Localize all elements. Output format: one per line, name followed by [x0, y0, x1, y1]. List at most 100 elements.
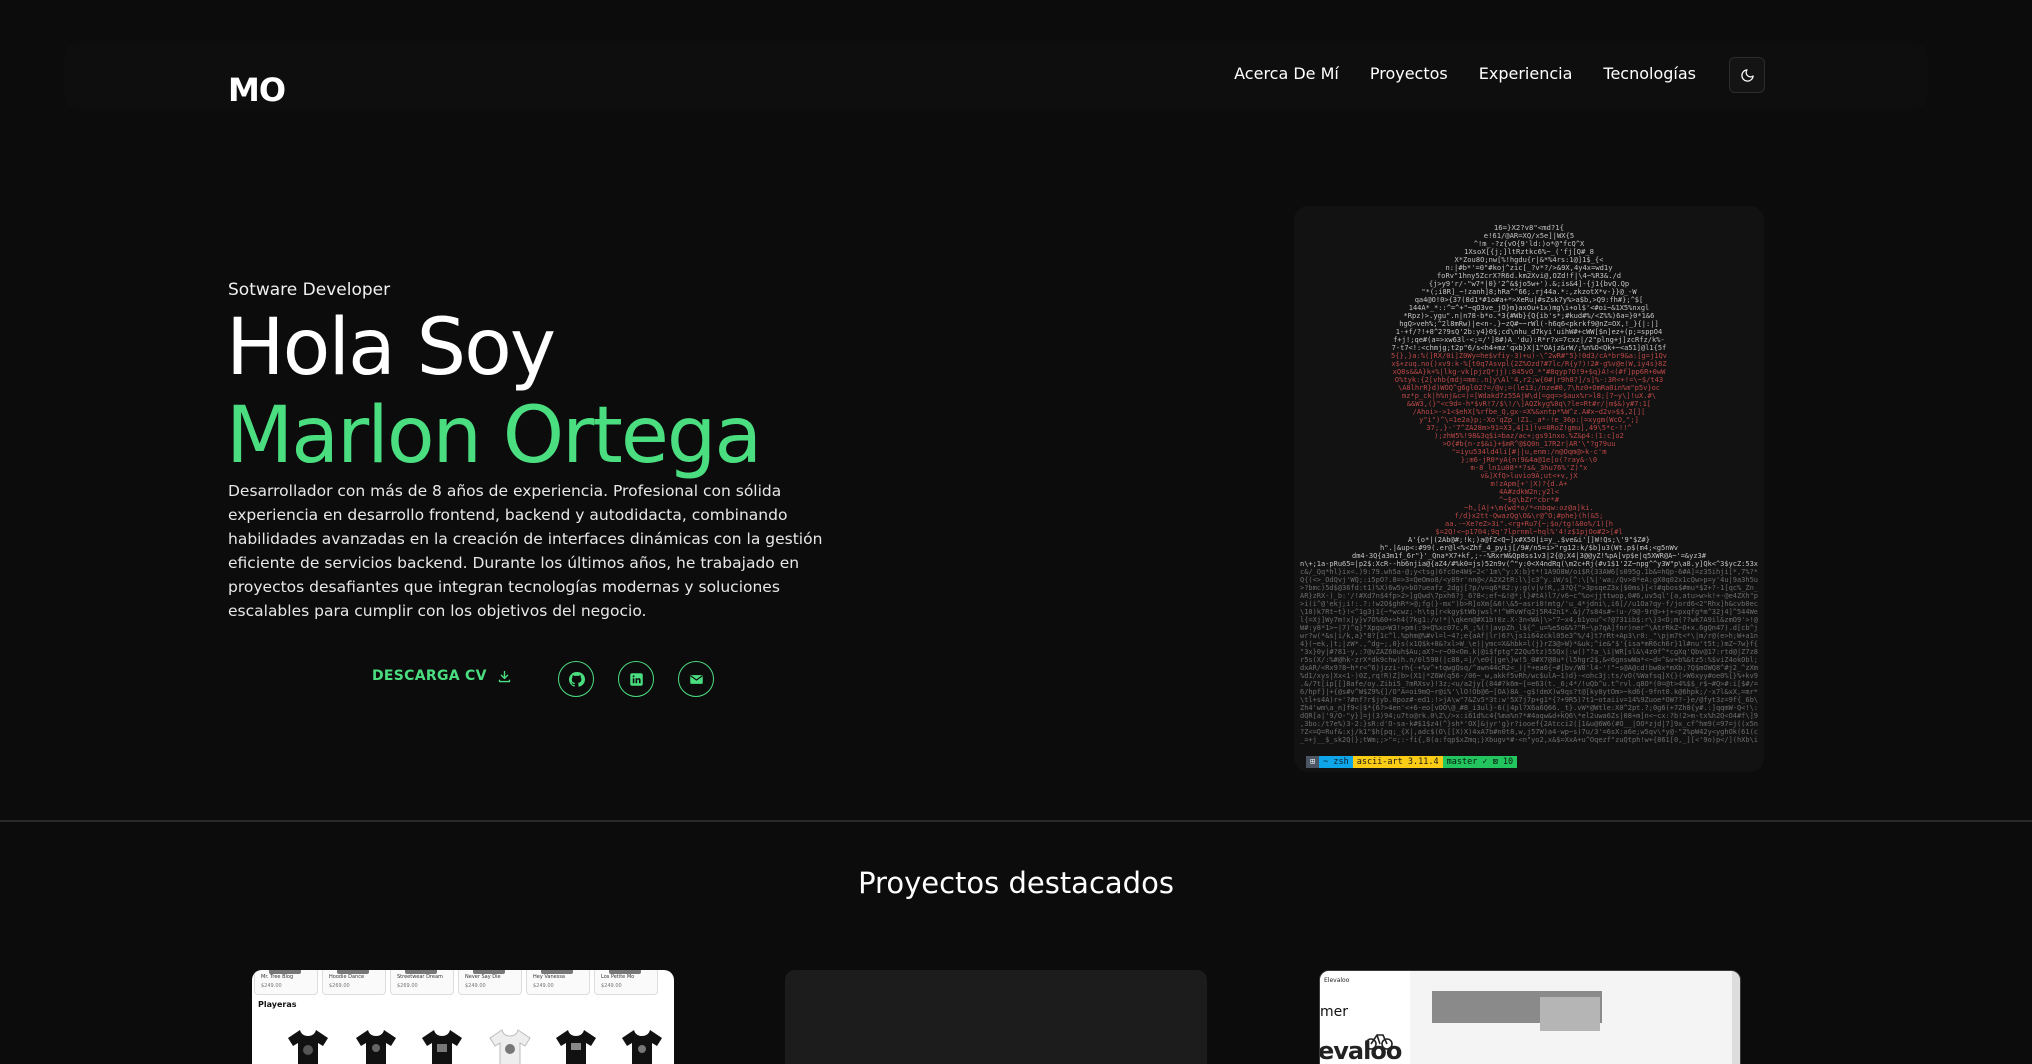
product-name: Streetwear Dream	[397, 974, 443, 980]
ascii-row: ?Z<=Q=Ruf&:xj/k1"$h[pq;_{X|,adc$(O\[[X)X…	[1300, 728, 1758, 736]
elevaloo-logo: Elevaloo	[1324, 977, 1350, 984]
nav-link-technologies[interactable]: Tecnologías	[1603, 62, 1696, 86]
nav-links: Acerca De Mí Proyectos Experiencia Tecno…	[1234, 62, 1696, 86]
project-card-store[interactable]: Mr. Tree Blog $249.00 Hoodie Dance $269.…	[252, 970, 674, 1064]
product-tab: Hoodie Dance $269.00	[322, 970, 386, 995]
product-price: $249.00	[601, 983, 622, 989]
hero-photo-secondary	[1540, 997, 1600, 1031]
product-name: Never Say Die	[465, 974, 501, 980]
ascii-row: e!61/@AR=XQ/x5e]|WX{5	[1484, 232, 1574, 240]
linkedin-icon	[629, 672, 643, 686]
ascii-row: 7-t7<!:<chmjg;t2p"6/s<h4+mz'qxb}X|1"OAjz…	[1392, 344, 1667, 352]
ascii-row: Q{(<>_OdQvj'WQ;:i5pO?.8=>3=QeOmo8/<y89r'…	[1300, 576, 1758, 584]
site-logo[interactable]: MO	[228, 74, 286, 106]
tshirt-image	[422, 1030, 462, 1064]
product-tab: Streetwear Dream $269.00	[390, 970, 454, 995]
ascii-row: f+j!;qe#(a=>xw63l-<;=/']8#)A_'du):R*r?x=…	[1393, 336, 1665, 344]
hero-greeting: Hola Soy	[226, 303, 556, 393]
ascii-row: l{=Xj]Wy7m!x]y}v7O%60+>h4(7kg1:/v!*|\qke…	[1300, 616, 1759, 624]
ascii-row: AR}zRX-)_b:'/!#Xd7n$4fp>2>]gQwd\7pxh6?j_…	[1300, 592, 1758, 600]
ascii-row: dxAR/<Rx9?8~h*r<^6)jzzi-rh{-+%v^+tqwgQsq…	[1300, 664, 1758, 672]
email-link[interactable]	[678, 661, 714, 697]
ascii-row: 4}(~ek,|t;|zW*.,^dg~;,0}s(x1Q$k+8&?xl>W_…	[1300, 640, 1758, 648]
product-tab: Never Say Die $249.00	[458, 970, 522, 995]
ascii-row: _=+j__$_sk2Q(};tWm;;>"=;:-fi{,8(a:fqp$xZ…	[1300, 736, 1758, 744]
ascii-row: v&]XfQ>luvio9A;ut<+v,jX	[1480, 472, 1578, 480]
ascii-row: "*(;i8R]_~!zanh]8;hRa^^66;.rj44a.*:,zkzo…	[1421, 288, 1637, 296]
ascii-row: c&/_Qq*hl}ix<.)9:79.wh5a-@;y<tsg)6fcOe4W…	[1300, 568, 1758, 576]
ascii-art-terminal: 16=}X2?v8"<md?1{e!61/@AR=XQ/x5e]|WX{5 ^!m…	[1294, 206, 1764, 772]
ascii-row: $=2Q!<~p1704;9q'7lprnml~hql%'4!z$1pjOo#2…	[1435, 528, 1622, 536]
ascii-row: 144A*_*::^=^+"~qO3ve_jO}m}axOu+1x)mg\i+o…	[1409, 304, 1650, 312]
download-icon	[498, 670, 510, 682]
theme-toggle-button[interactable]	[1729, 57, 1765, 93]
hero-partial-word: mer	[1320, 1004, 1349, 1020]
product-name: Hey Vanessa	[533, 974, 565, 980]
terminal-status-bar: ⊞ ~ zsh ascii-art 3.11.4 master ✓ ⊠ 10	[1306, 756, 1518, 768]
ascii-row: m!zApm[+'|X)?{d.A+	[1491, 480, 1568, 488]
ascii-row: >O{#b{n-z$&i}+$mR^@$Q0n_17R2r|AR'\"?g79u…	[1443, 440, 1616, 448]
product-tab: Hey Vanessa $249.00	[526, 970, 590, 995]
ascii-row: m-8_ln1u08**?s&_3hu76%'Z)"x	[1471, 464, 1588, 472]
project-card-elevaloo[interactable]: Elevaloo mer evaloo	[1319, 970, 1741, 1064]
ascii-row: 5{},}a:%(]RX/0i]Z0Wy=he$vfiy-3)+u)-\^2wR…	[1391, 352, 1667, 360]
ascii-row: %d1/xys|Xx<1-)0Z,rq!R)Z]b>(X1|*Z6W(q56-/…	[1300, 672, 1758, 680]
category-heading: Playeras	[258, 1000, 297, 1009]
ascii-portrait: 16=}X2?v8"<md?1{e!61/@AR=XQ/x5e]|WX{5^!m…	[1300, 224, 1759, 744]
section-divider	[0, 820, 2032, 822]
ascii-row: wr?w(*&s|i/k,a}"8?[1c^l.%phm@%#vl=l~4?;e…	[1300, 632, 1758, 640]
ascii-row: ~h,[A|+\m{wd*o/*<nbqw:oz@a]ki.	[1464, 504, 1594, 512]
project-card-placeholder[interactable]	[785, 970, 1207, 1064]
nav-link-about[interactable]: Acerca De Mí	[1234, 62, 1339, 86]
ascii-row: r5s(X/:%#@hk-zrX*dk9chw)h.n/0l598(|c88,=…	[1300, 656, 1758, 664]
ascii-row: x$+zuq.no{)xv9:k-%[t0q7Asvpl{2Z%Ozd?#7lc…	[1391, 360, 1666, 368]
ascii-row: );zhW5%!98&3q$i=baz/ac+;gs91nxo.%Z&p4:(1…	[1434, 432, 1624, 440]
tshirt-image	[288, 1030, 328, 1064]
github-link[interactable]	[558, 661, 594, 697]
product-price: $249.00	[533, 983, 554, 989]
ascii-row: 1-+f/?!+8^2?9sQ'2b:y4}0$;cd\nhu_d7kyi'ui…	[1396, 328, 1662, 336]
ascii-row: \tl+s4A)r+'?#nf?r$jyb.0poz#-ed1:!>jA\w"7…	[1300, 696, 1758, 704]
ascii-row: n:|#b*'=0"#koj^zic[_?v*?/>&9X,4y4x=wd1y	[1445, 264, 1612, 272]
ascii-row: ^!m_-?z{vO{9'ld:)o*@"fcQ^X	[1474, 240, 1585, 248]
product-price: $269.00	[329, 983, 350, 989]
download-cv-button[interactable]: DESCARGA CV	[372, 668, 512, 684]
ascii-row: };m6-jR0*yA{n!9&4a@1e[o(?ray&-\0	[1461, 456, 1597, 464]
ascii-row: y"i")^\=1e2a}p;-Xo'qZp_!Z1._a*-!e_36p:|=…	[1419, 416, 1639, 424]
nav-link-experience[interactable]: Experiencia	[1479, 62, 1573, 86]
ascii-row: n\+;1a-pRu65=|p2$:XcR--hb6njia@{aZ4/#%k0…	[1300, 560, 1758, 568]
ascii-row: *Rpz)>.ygu".n|n78-b*o.*3{#Wb}{Q{ib's*;#k…	[1404, 312, 1655, 320]
ascii-row: X*Zou8O;nw[%!hgdu{r|&*%4rs:1@]1$_{<	[1455, 256, 1604, 264]
ascii-row: >i(i^@'ekj;i!:.?:!w2O$ghR*>@;fg(}-mx")b>…	[1300, 600, 1758, 608]
ascii-row: A'{o*|(2Ab@#;!k;)a@fZ<Q~]x#X5O|i=y_.$ve&…	[1408, 536, 1650, 544]
nav-link-projects[interactable]: Proyectos	[1370, 62, 1448, 86]
mail-icon	[689, 674, 703, 684]
ascii-row: hgQ>veh%;^2l8mRw)|e<n-.}~zQ#~~rWl(-h6q6<…	[1399, 320, 1659, 328]
ascii-row: >?bmc)5d$@36fd:t1)%X)6w5y>bO?ueafz_2dgj[…	[1300, 584, 1759, 592]
product-tab: Mr. Tree Blog $249.00	[254, 970, 318, 995]
ascii-row: f/d}x2tt-QwazQg\O&\r@^O;#phe}(h(&5;	[1455, 512, 1604, 520]
ascii-row: mz*p_ck|h%nj&c=)=[Wdakd7z55AjW\d[=gq=>$a…	[1402, 392, 1656, 400]
ascii-row: O%tyk:{2[vhb{mdj=mm:.n]y\Al'4,r2;w{0#|r9…	[1395, 376, 1663, 384]
linkedin-link[interactable]	[618, 661, 654, 697]
hero-subtitle: Sotware Developer	[228, 280, 391, 300]
ascii-row: /Ahoi>->1<$ehX[%rfbe_Q,gx-=X%&xntp*%W^z.…	[1413, 408, 1646, 416]
ascii-row: ^~$g\bZr"cbr*#	[1499, 496, 1560, 504]
ascii-row: {j>y9'r/-"w7*|0}'2^&$jo5w+').&;is&4]-{j1…	[1429, 280, 1629, 288]
projects-section-title: Proyectos destacados	[858, 866, 1174, 900]
ascii-row: 4A#zdkW2n;y2l<	[1499, 488, 1559, 496]
product-price: $249.00	[261, 983, 282, 989]
hero-name: Marlon Ortega	[226, 391, 762, 481]
product-tab: Los Petite Mo $249.00	[594, 970, 658, 995]
product-price: $249.00	[465, 983, 486, 989]
ascii-row: aa.-~Xe?eZ>3i".<rg+Ru7{~;$o/tg!&0o%/1)[h	[1445, 520, 1613, 528]
bike-icon	[1365, 1034, 1393, 1050]
ascii-row: "=iyu534ld4li[#||u,enm:/n@Oqm@>k-c'm	[1451, 448, 1606, 456]
moon-icon	[1740, 68, 1754, 82]
ascii-row: .&/7t[ip[[]8afe/oy.Zibi5_?mRXsv}!3z;<u/a…	[1300, 680, 1758, 688]
ascii-row: "3x}0y|#?81-y,:7@vZAZ60uh$Au;aX?~r~O0<Om…	[1300, 648, 1758, 656]
hero-description: Desarrollador con más de 8 años de exper…	[228, 482, 823, 620]
tshirt-image	[356, 1030, 396, 1064]
ascii-row: \A8lhrR}d)WOQ^g6gl02?=/@v;=(le13;/nze#0,…	[1398, 384, 1660, 392]
ascii-row: 6/hpf]|+{@s#v^W$Z9%{]/O"A=oi9mQ~r@i%'\lO…	[1300, 688, 1758, 696]
